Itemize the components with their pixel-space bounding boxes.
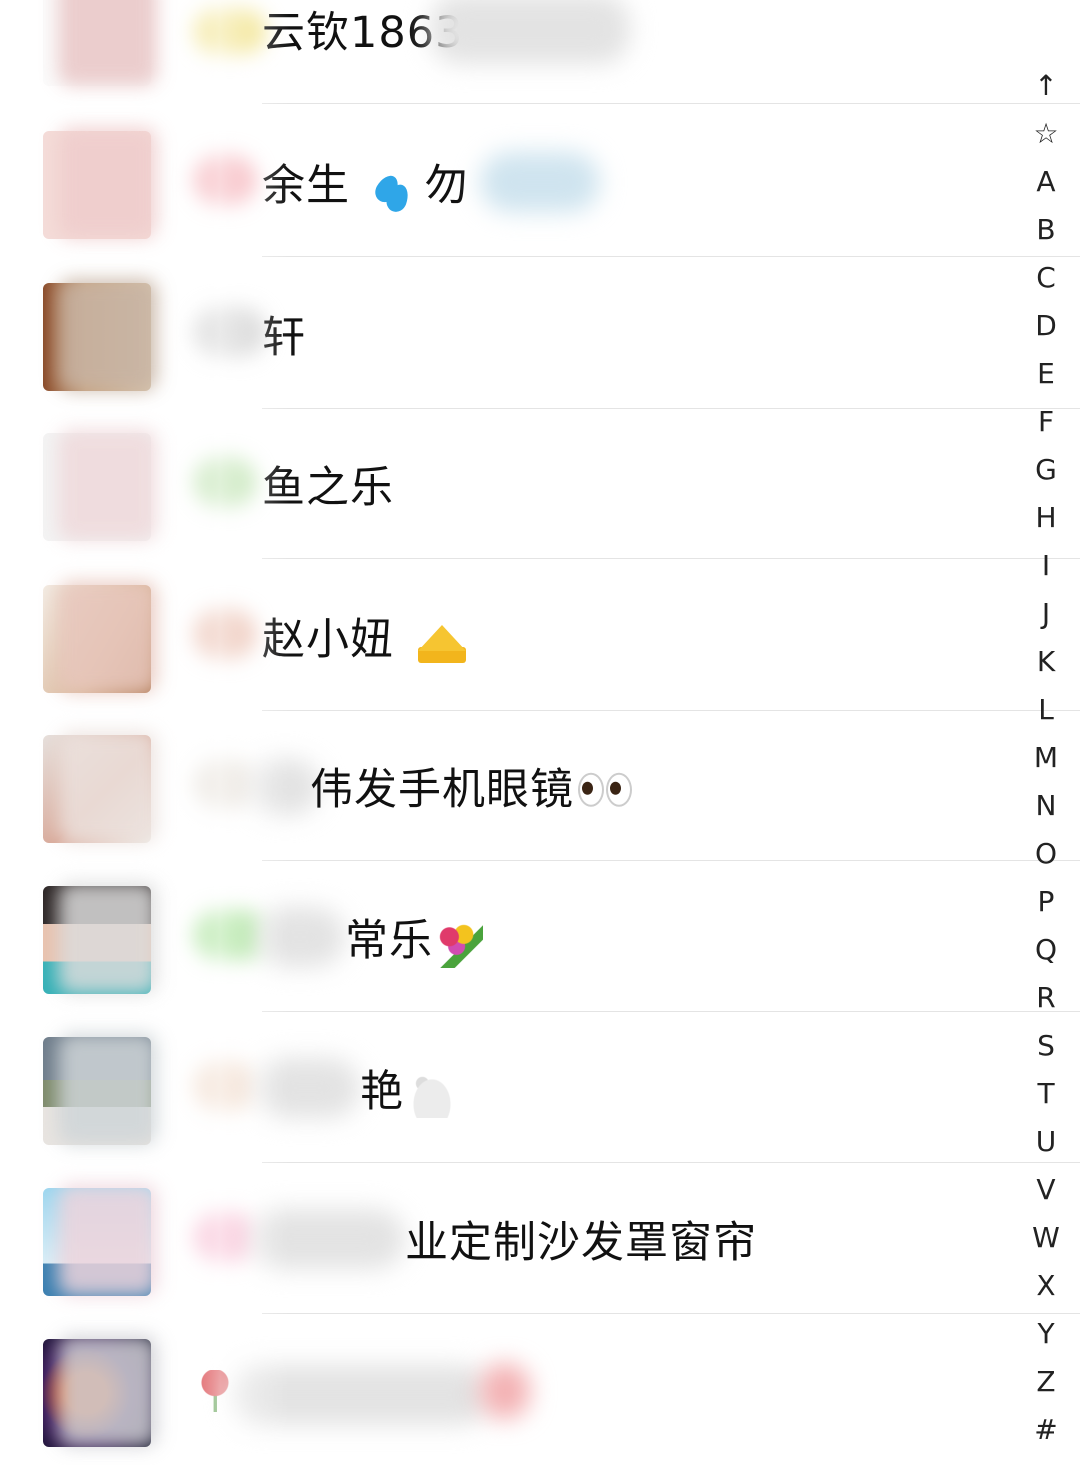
index-letter[interactable]: S (1026, 1022, 1066, 1070)
bouquet-icon (435, 919, 483, 968)
contact-row[interactable]: 余生 勿 (0, 107, 1080, 257)
contact-row[interactable]: 伟发手机眼镜 (0, 711, 1080, 861)
contact-list: 云钦1863 余生 勿 轩 鱼之乐 赵小妞 伟发手机眼镜 常乐 艳 业定制沙发罩… (0, 0, 1080, 1447)
index-letter[interactable]: A (1026, 158, 1066, 206)
contact-name: 常乐 (345, 906, 483, 968)
index-letter[interactable]: M (1026, 734, 1066, 782)
contact-row[interactable]: 业定制沙发罩窗帘 (0, 1164, 1080, 1314)
index-letter[interactable]: T (1026, 1070, 1066, 1118)
index-letter[interactable]: R (1026, 974, 1066, 1022)
contact-row[interactable]: 鱼之乐 (0, 409, 1080, 559)
contact-row[interactable]: 赵小妞 (0, 561, 1080, 711)
contact-name: 赵小妞 (262, 605, 466, 667)
eyes-icon (578, 767, 634, 817)
index-letter[interactable]: H (1026, 494, 1066, 542)
index-letter[interactable]: X (1026, 1262, 1066, 1310)
contact-row[interactable] (0, 1315, 1020, 1465)
contact-row[interactable]: 常乐 (0, 862, 1080, 1012)
contact-name: 余生 勿 (262, 151, 469, 215)
crown-icon (418, 623, 466, 663)
index-letter[interactable]: O (1026, 830, 1066, 878)
index-letter[interactable]: Z (1026, 1358, 1066, 1406)
index-letter[interactable]: B (1026, 206, 1066, 254)
index-letter[interactable]: U (1026, 1118, 1066, 1166)
rose-icon (200, 1370, 230, 1412)
contact-row[interactable]: 艳 (0, 1013, 1080, 1163)
index-letter[interactable]: P (1026, 878, 1066, 926)
contact-name: 业定制沙发罩窗帘 (405, 1218, 757, 1268)
index-letter[interactable]: W (1026, 1214, 1066, 1262)
index-letter[interactable]: ☆ (1026, 110, 1066, 158)
index-letter[interactable]: L (1026, 686, 1066, 734)
sweat-drops-icon (371, 163, 412, 215)
index-letter[interactable]: J (1026, 590, 1066, 638)
index-letter[interactable]: E (1026, 350, 1066, 398)
index-letter[interactable]: C (1026, 254, 1066, 302)
index-letter[interactable]: K (1026, 638, 1066, 686)
contact-name: 伟发手机眼镜 (310, 755, 634, 818)
alphabet-index[interactable]: ↑ ☆ A B C D E F G H I J K L M N O P Q R … (1026, 62, 1066, 1454)
contact-name: 鱼之乐 (262, 463, 394, 513)
index-letter[interactable]: V (1026, 1166, 1066, 1214)
contact-row[interactable]: 云钦1863 (0, 0, 1080, 104)
index-letter[interactable]: Y (1026, 1310, 1066, 1358)
index-letter[interactable]: D (1026, 302, 1066, 350)
index-letter[interactable]: F (1026, 398, 1066, 446)
contact-name: 艳 (360, 1057, 456, 1119)
index-letter[interactable]: N (1026, 782, 1066, 830)
index-letter[interactable]: I (1026, 542, 1066, 590)
index-letter[interactable]: ↑ (1026, 62, 1066, 110)
rabbit-icon (408, 1071, 456, 1118)
index-letter[interactable]: Q (1026, 926, 1066, 974)
index-letter[interactable]: G (1026, 446, 1066, 494)
contact-row[interactable]: 轩 (0, 259, 1080, 409)
index-letter[interactable]: # (1026, 1406, 1066, 1454)
contact-name: 轩 (262, 313, 306, 363)
